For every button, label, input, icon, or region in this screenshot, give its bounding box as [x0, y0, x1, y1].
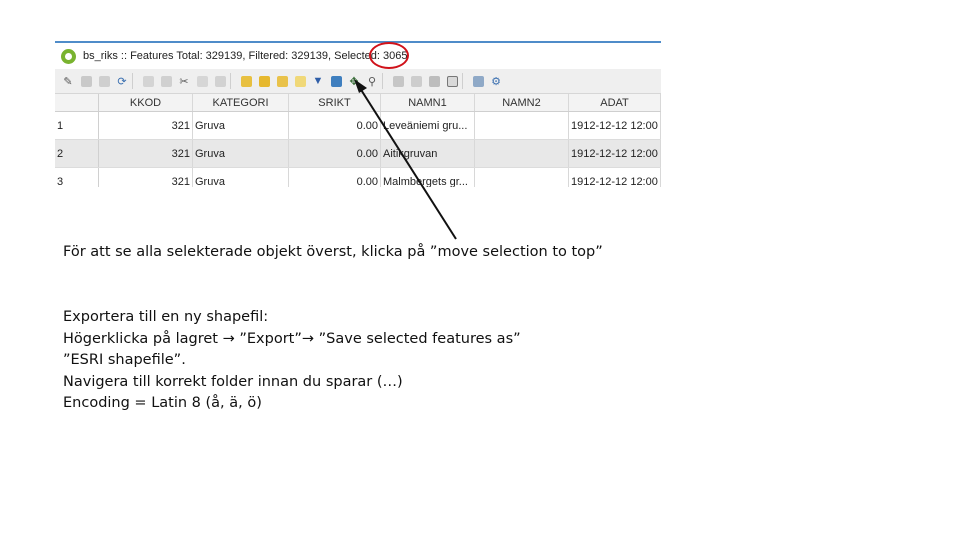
pointer-arrow	[354, 79, 457, 240]
instruction-block: Exportera till en ny shapefil: Högerklic…	[63, 307, 521, 415]
instruction-export-heading: Exportera till en ny shapefil:	[63, 309, 269, 325]
instruction-text: ”Save selected features as”	[314, 330, 521, 347]
instruction-text: ”Export”	[234, 330, 302, 347]
arrow-head	[354, 79, 367, 93]
arrow-right-icon: →	[301, 330, 315, 347]
arrow-line	[357, 84, 457, 240]
instruction-encoding: Encoding = Latin 8 (å, ä, ö)	[63, 395, 262, 411]
arrow-right-icon: →	[222, 330, 235, 347]
instruction-folder: Navigera till korrekt folder innan du sp…	[63, 373, 403, 390]
instruction-right-click: Högerklicka på lagret → ”Export”→ ”Save …	[63, 329, 521, 351]
instruction-move-to-top: För att se alla selekterade objekt övers…	[63, 244, 603, 260]
instruction-text: Högerklicka på lagret	[63, 330, 223, 347]
instruction-format: ”ESRI shapefile”.	[63, 352, 186, 368]
